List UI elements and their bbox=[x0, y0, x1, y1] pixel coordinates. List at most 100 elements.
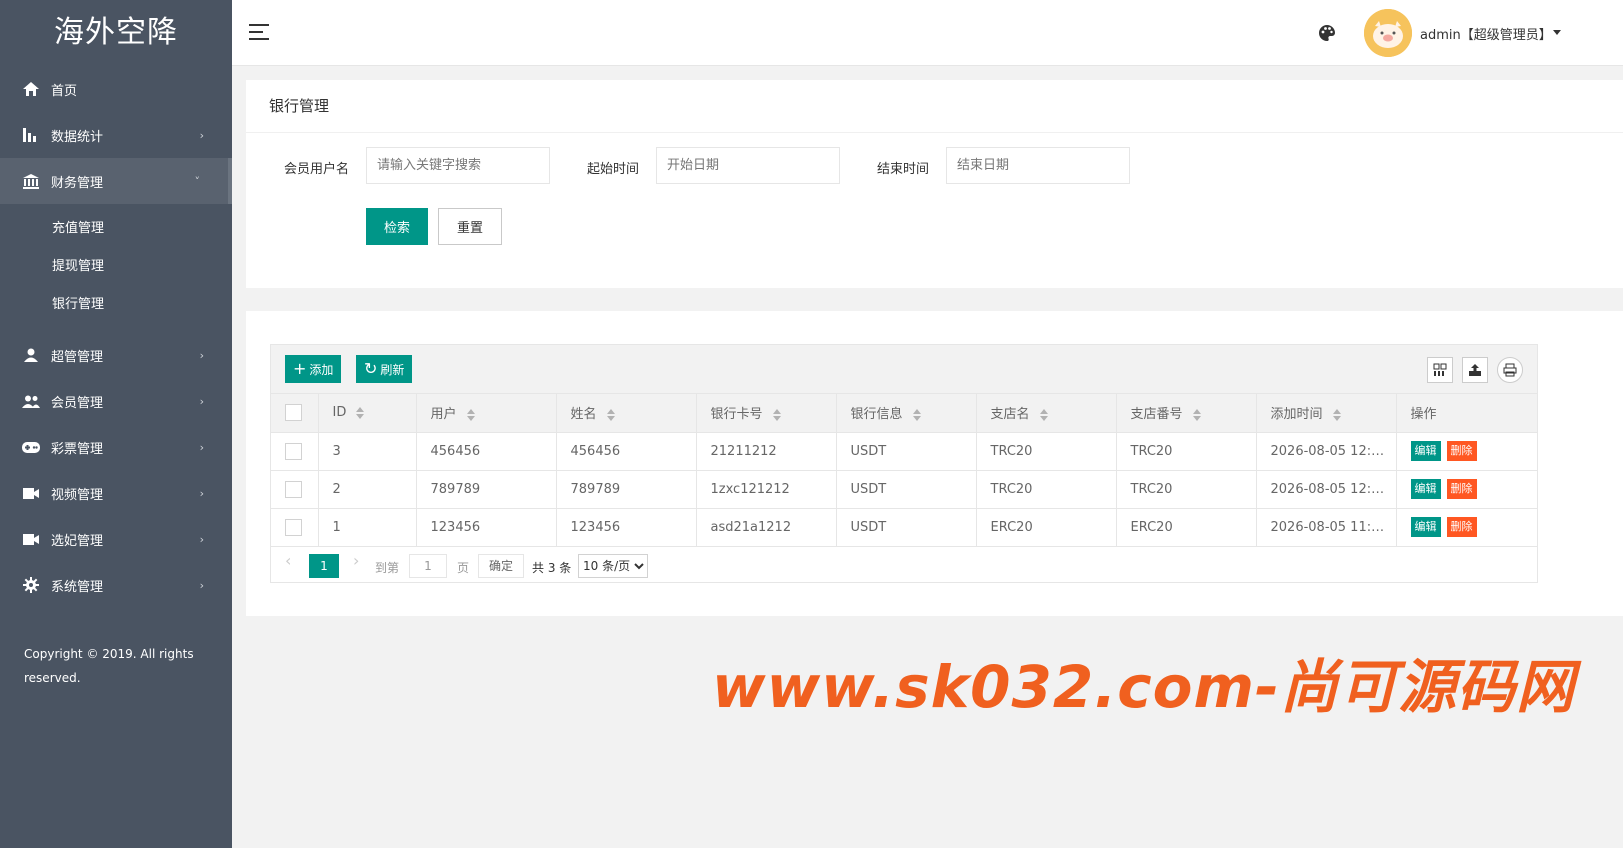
page-size-select[interactable]: 10 条/页 bbox=[578, 553, 648, 578]
avatar[interactable] bbox=[1364, 9, 1412, 57]
end-date-input[interactable] bbox=[946, 147, 1130, 184]
row-checkbox[interactable] bbox=[285, 442, 302, 460]
nav-label: 选妃管理 bbox=[51, 533, 104, 549]
cell-branch-no: TRC20 bbox=[1116, 432, 1257, 471]
edit-button[interactable]: 编辑 bbox=[1410, 441, 1441, 461]
table-toolbar: + 添加 ↻ 刷新 bbox=[271, 345, 1537, 394]
print-icon[interactable] bbox=[1497, 357, 1523, 383]
cell-name: 123456 bbox=[556, 508, 697, 547]
nav-label: 彩票管理 bbox=[51, 441, 104, 457]
sort-icon[interactable] bbox=[772, 408, 782, 421]
table-header-row: ID 用户 姓名 银行卡号 银行信息 支店名 支店番号 添加时间 操作 bbox=[271, 394, 1537, 433]
sub-item-withdraw[interactable]: 提现管理 bbox=[0, 248, 232, 286]
select-all-cell bbox=[271, 394, 319, 433]
delete-button[interactable]: 删除 bbox=[1446, 517, 1477, 537]
goto-confirm-button[interactable]: 确定 bbox=[478, 553, 525, 578]
goto-page-input[interactable] bbox=[409, 553, 447, 578]
page-button-current[interactable]: 1 bbox=[309, 553, 339, 578]
delete-button[interactable]: 删除 bbox=[1446, 441, 1477, 461]
start-date-input[interactable] bbox=[656, 147, 840, 184]
add-button[interactable]: + 添加 bbox=[285, 355, 342, 383]
cell-name: 456456 bbox=[556, 432, 697, 471]
nav-item-video[interactable]: 视频管理 › bbox=[0, 470, 232, 516]
username-label: 会员用户名 bbox=[284, 162, 350, 177]
cell-user: 789789 bbox=[416, 470, 557, 509]
reset-button[interactable]: 重置 bbox=[438, 208, 502, 245]
cell-card: 1zxc121212 bbox=[696, 470, 837, 509]
menu-toggle-icon[interactable] bbox=[249, 24, 269, 40]
nav-item-finance[interactable]: 财务管理 ˅ bbox=[0, 158, 232, 204]
cell-branch: TRC20 bbox=[976, 470, 1117, 509]
prev-page-icon[interactable]: ‹ bbox=[285, 551, 291, 570]
nav-label: 超管管理 bbox=[51, 349, 104, 365]
start-time-label: 起始时间 bbox=[587, 162, 640, 177]
refresh-button[interactable]: ↻ 刷新 bbox=[356, 355, 413, 383]
sort-icon[interactable] bbox=[912, 408, 922, 421]
columns-icon[interactable] bbox=[1427, 357, 1453, 383]
column-header[interactable]: 姓名 bbox=[556, 394, 697, 433]
nav-item-statistics[interactable]: 数据统计 › bbox=[0, 112, 232, 158]
app-logo: 海外空降 bbox=[54, 15, 178, 50]
row-checkbox[interactable] bbox=[285, 518, 302, 536]
user-menu[interactable]: admin【超级管理员】 bbox=[1420, 24, 1552, 43]
sub-item-bank[interactable]: 银行管理 bbox=[0, 286, 232, 324]
nav-label: 系统管理 bbox=[51, 579, 104, 595]
next-page-icon[interactable]: › bbox=[353, 551, 359, 570]
sort-icon[interactable] bbox=[1192, 408, 1202, 421]
cell-bank: USDT bbox=[836, 432, 977, 471]
nav-label: 首页 bbox=[51, 83, 78, 99]
username-search-input[interactable] bbox=[366, 147, 550, 184]
cell-branch: TRC20 bbox=[976, 432, 1117, 471]
column-header[interactable]: 添加时间 bbox=[1256, 394, 1397, 433]
sort-icon[interactable] bbox=[606, 408, 616, 421]
sort-icon[interactable] bbox=[1039, 408, 1049, 421]
edit-button[interactable]: 编辑 bbox=[1410, 517, 1441, 537]
cell-bank: USDT bbox=[836, 508, 977, 547]
column-header[interactable]: 银行信息 bbox=[836, 394, 977, 433]
delete-button[interactable]: 删除 bbox=[1446, 479, 1477, 499]
edit-button[interactable]: 编辑 bbox=[1410, 479, 1441, 499]
cell-time: 2026-08-05 12:… bbox=[1256, 470, 1397, 509]
export-icon[interactable] bbox=[1462, 357, 1488, 383]
palette-icon[interactable] bbox=[1318, 24, 1336, 42]
nav-item-admin[interactable]: 超管管理 › bbox=[0, 332, 232, 378]
select-all-checkbox[interactable] bbox=[285, 404, 302, 422]
caret-down-icon[interactable] bbox=[1553, 30, 1561, 35]
cell-actions: 编辑 删除 bbox=[1396, 432, 1537, 471]
search-button[interactable]: 检索 bbox=[366, 208, 428, 245]
column-header[interactable]: 支店名 bbox=[976, 394, 1117, 433]
cell-id: 1 bbox=[318, 508, 417, 547]
group-icon bbox=[22, 392, 40, 410]
cell-name: 789789 bbox=[556, 470, 697, 509]
column-header: 操作 bbox=[1396, 394, 1537, 433]
row-select-cell bbox=[271, 470, 319, 509]
sort-icon[interactable] bbox=[466, 408, 476, 421]
nav-item-system[interactable]: 系统管理 › bbox=[0, 562, 232, 608]
home-icon bbox=[22, 80, 40, 98]
nav-item-members[interactable]: 会员管理 › bbox=[0, 378, 232, 424]
sub-item-recharge[interactable]: 充值管理 bbox=[0, 210, 232, 248]
nav-item-selection[interactable]: 选妃管理 › bbox=[0, 516, 232, 562]
sort-icon[interactable] bbox=[356, 406, 365, 419]
top-header: admin【超级管理员】 bbox=[232, 0, 1623, 66]
end-time-label: 结束时间 bbox=[877, 162, 930, 177]
column-header[interactable]: ID bbox=[318, 394, 417, 433]
column-header[interactable]: 支店番号 bbox=[1116, 394, 1257, 433]
row-checkbox[interactable] bbox=[285, 480, 302, 498]
cell-user: 123456 bbox=[416, 508, 557, 547]
refresh-icon: ↻ bbox=[364, 359, 378, 378]
row-select-cell bbox=[271, 432, 319, 471]
cell-card: asd21a1212 bbox=[696, 508, 837, 547]
column-header[interactable]: 银行卡号 bbox=[696, 394, 837, 433]
cell-actions: 编辑 删除 bbox=[1396, 508, 1537, 547]
nav-item-home[interactable]: 首页 bbox=[0, 66, 232, 112]
cell-id: 3 bbox=[318, 432, 417, 471]
column-header[interactable]: 用户 bbox=[416, 394, 557, 433]
cell-card: 21211212 bbox=[696, 432, 837, 471]
nav-item-lottery[interactable]: 彩票管理 › bbox=[0, 424, 232, 470]
add-label: 添加 bbox=[309, 362, 334, 377]
cell-time: 2026-08-05 11:… bbox=[1256, 508, 1397, 547]
sort-icon[interactable] bbox=[1332, 408, 1342, 421]
gamepad-icon bbox=[22, 438, 40, 456]
cell-id: 2 bbox=[318, 470, 417, 509]
